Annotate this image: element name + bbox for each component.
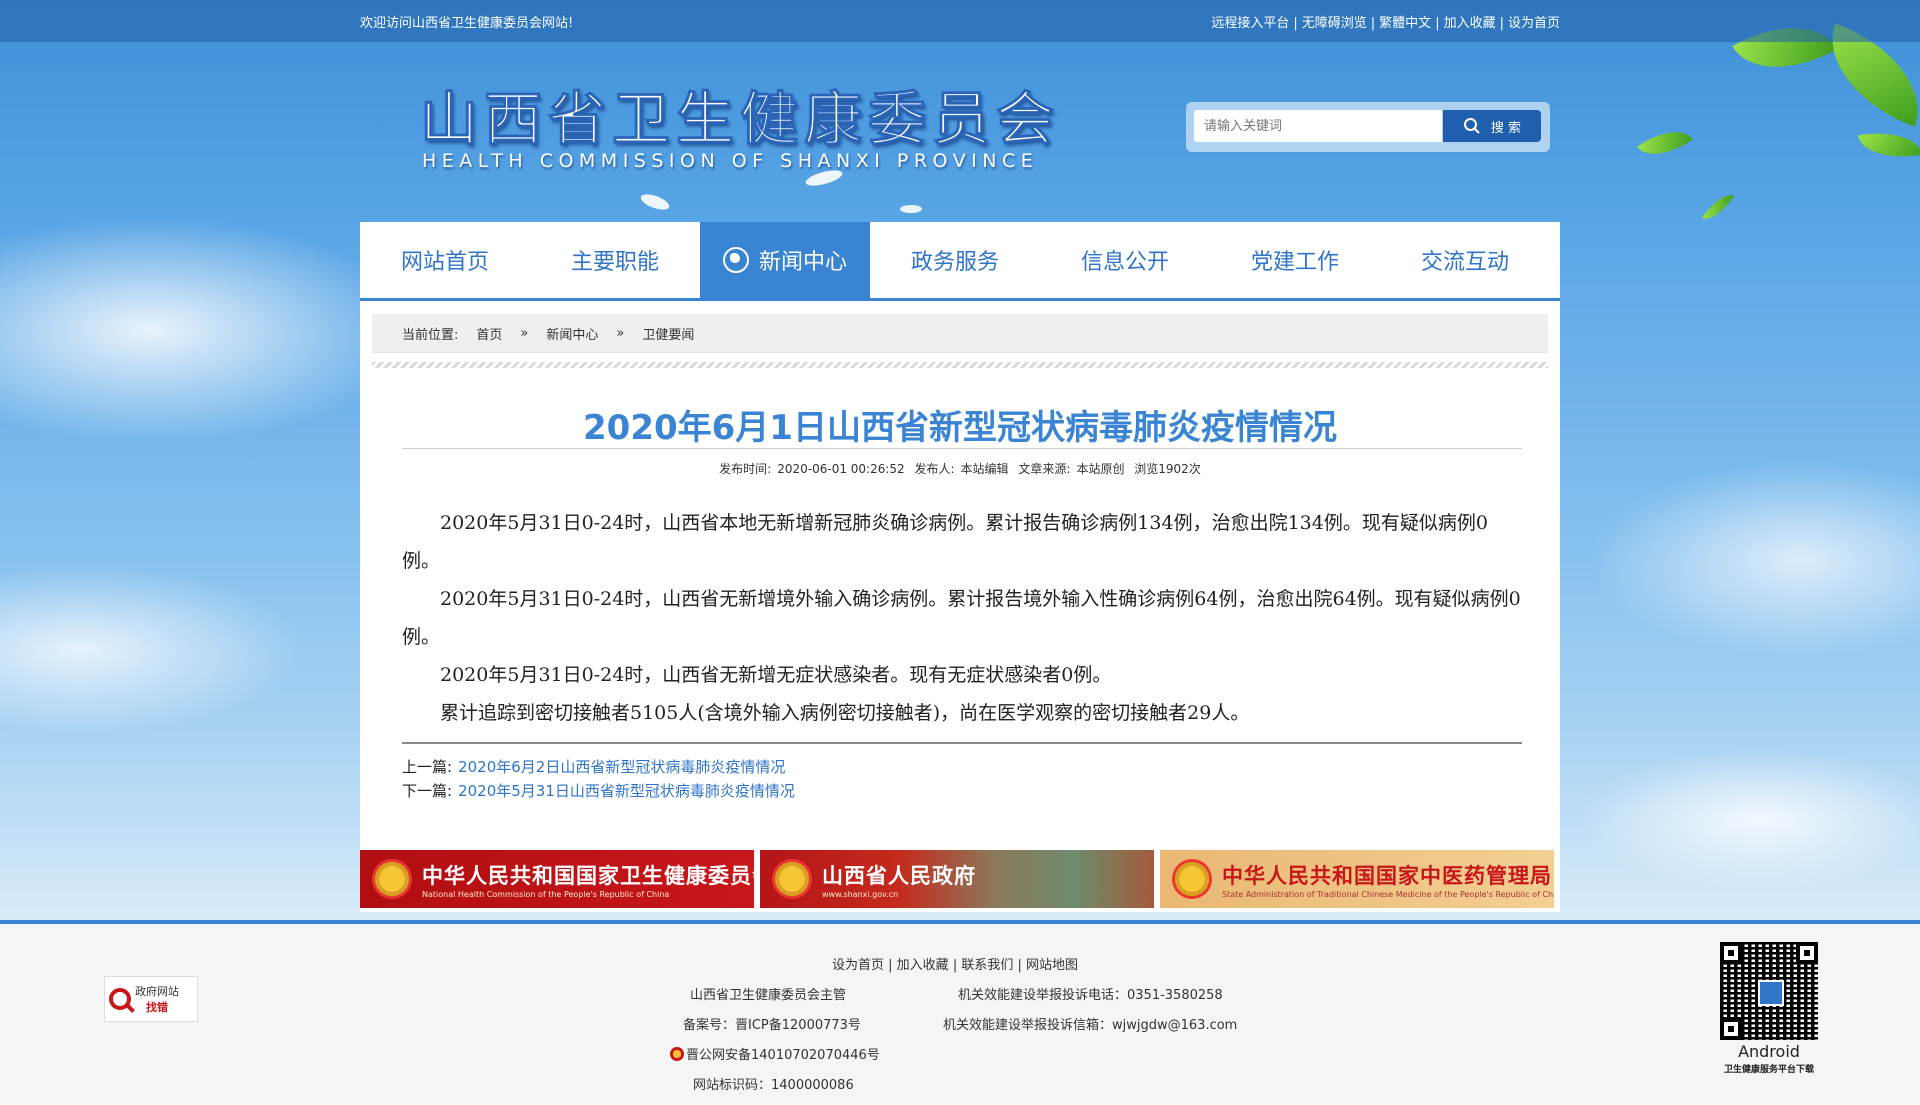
- national-emblem-icon: [1172, 859, 1212, 899]
- nav-information-disclosure[interactable]: 信息公开: [1040, 222, 1210, 298]
- nav-home[interactable]: 网站首页: [360, 222, 530, 298]
- view-count: 浏览1902次: [1134, 462, 1201, 476]
- set-homepage-link[interactable]: 设为首页: [1508, 16, 1560, 31]
- search-input[interactable]: [1194, 110, 1442, 142]
- welcome-text: 欢迎访问山西省卫生健康委员会网站!: [360, 16, 574, 31]
- breadcrumb-separator: »: [616, 325, 625, 341]
- footer-sitemap-link[interactable]: 网站地图: [1026, 958, 1078, 973]
- nav-party-work[interactable]: 党建工作: [1210, 222, 1380, 298]
- breadcrumb-current[interactable]: 卫健要闻: [642, 324, 694, 343]
- search-button[interactable]: 搜 索: [1443, 110, 1541, 142]
- footer: 政府网站 找错 设为首页 | 加入收藏 | 联系我们 | 网站地图 山西省卫生健康…: [0, 920, 1920, 1105]
- footer-police-record[interactable]: 晋公网安备14010702070446号: [670, 1044, 880, 1063]
- dashed-divider: [372, 362, 1548, 368]
- prev-article-link[interactable]: 2020年6月2日山西省新型冠状病毒肺炎疫情情况: [458, 758, 785, 776]
- banner-shanxi-government[interactable]: 山西省人民政府 www.shanxi.gov.cn: [760, 850, 1154, 908]
- banner-tcm-administration[interactable]: 中华人民共和国国家中医药管理局 State Administration of T…: [1160, 850, 1554, 908]
- footer-complaint-email: 机关效能建设举报投诉信箱：wjwjgdw@163.com: [943, 1018, 1238, 1033]
- content-panel: 网站首页 主要职能 新闻中心 政务服务 信息公开 党建工作 交流互动 当前位置:…: [360, 222, 1560, 912]
- publish-time-label: 发布时间:: [719, 462, 772, 476]
- article-paragraph: 2020年5月31日0-24时，山西省无新增境外输入确诊病例。累计报告境外输入性…: [402, 588, 1521, 648]
- nav-government-services[interactable]: 政务服务: [870, 222, 1040, 298]
- prev-next-nav: 上一篇: 2020年6月2日山西省新型冠状病毒肺炎疫情情况 下一篇: 2020年5月…: [402, 755, 795, 803]
- prev-label: 上一篇:: [402, 758, 453, 776]
- android-label: Android: [1738, 1042, 1800, 1061]
- source-label: 文章来源:: [1018, 462, 1071, 476]
- footer-complaint-phone: 机关效能建设举报投诉电话：0351-3580258: [958, 988, 1223, 1003]
- body-divider: [402, 742, 1522, 744]
- police-badge-icon: [670, 1047, 684, 1061]
- title-divider: [402, 448, 1522, 449]
- nav-interaction[interactable]: 交流互动: [1380, 222, 1550, 298]
- nav-news-center[interactable]: 新闻中心: [700, 222, 870, 298]
- main-nav: 网站首页 主要职能 新闻中心 政务服务 信息公开 党建工作 交流互动: [360, 222, 1560, 301]
- author-label: 发布人:: [914, 462, 955, 476]
- footer-icp[interactable]: 备案号：晋ICP备12000773号: [683, 1014, 861, 1033]
- top-bar: 欢迎访问山西省卫生健康委员会网站! 远程接入平台 | 无障碍浏览 | 繁體中文 | 加入收藏…: [0, 0, 1920, 42]
- article-meta: 发布时间: 2020-06-01 00:26:52 发布人: 本站编辑 文章来源: 本…: [360, 460, 1560, 477]
- top-links: 远程接入平台 | 无障碍浏览 | 繁體中文 | 加入收藏 | 设为首页: [1211, 16, 1560, 31]
- remote-access-link[interactable]: 远程接入平台: [1211, 16, 1289, 31]
- footer-add-favorite-link[interactable]: 加入收藏: [897, 958, 949, 973]
- next-article-link[interactable]: 2020年5月31日山西省新型冠状病毒肺炎疫情情况: [458, 782, 795, 800]
- breadcrumb-news-center[interactable]: 新闻中心: [546, 324, 598, 343]
- next-label: 下一篇:: [402, 782, 453, 800]
- traditional-chinese-link[interactable]: 繁體中文: [1379, 16, 1431, 31]
- magnifier-icon: [109, 988, 131, 1010]
- footer-links: 设为首页 | 加入收藏 | 联系我们 | 网站地图: [832, 958, 1079, 973]
- android-app-qr-code[interactable]: [1720, 942, 1818, 1040]
- nav-functions[interactable]: 主要职能: [530, 222, 700, 298]
- source: 本站原创: [1076, 462, 1125, 476]
- author: 本站编辑: [960, 462, 1009, 476]
- footer-set-homepage-link[interactable]: 设为首页: [832, 958, 884, 973]
- search-icon: [1463, 118, 1480, 134]
- breadcrumb-prefix: 当前位置:: [402, 327, 459, 343]
- footer-sponsor: 山西省卫生健康委员会主管: [690, 988, 847, 1003]
- article-body: 2020年5月31日0-24时，山西省本地无新增新冠肺炎确诊病例。累计报告确诊病…: [402, 504, 1522, 732]
- article-paragraph: 2020年5月31日0-24时，山西省无新增无症状感染者。现有无症状感染者0例。: [440, 664, 1112, 686]
- dove-decoration: [900, 205, 922, 213]
- breadcrumb-separator: »: [520, 325, 529, 341]
- footer-site-id: 网站标识码：1400000086: [693, 1078, 854, 1093]
- accessibility-link[interactable]: 无障碍浏览: [1302, 16, 1367, 31]
- qr-caption: 卫生健康服务平台下载: [1723, 1065, 1814, 1075]
- footer-contact-link[interactable]: 联系我们: [961, 958, 1013, 973]
- site-logo-english: HEALTH COMMISSION OF SHANXI PROVINCE: [422, 150, 1039, 172]
- banner-national-health-commission[interactable]: 中华人民共和国国家卫生健康委员会 National Health Commissi…: [360, 850, 754, 908]
- site-logo-chinese: 山西省卫生健康委员会: [419, 85, 1061, 154]
- article-paragraph: 2020年5月31日0-24时，山西省本地无新增新冠肺炎确诊病例。累计报告确诊病…: [402, 512, 1488, 572]
- national-emblem-icon: [372, 859, 412, 899]
- add-favorite-link[interactable]: 加入收藏: [1444, 16, 1496, 31]
- search-button-label: 搜 索: [1490, 120, 1522, 136]
- breadcrumb: 当前位置: 首页 » 新闻中心 » 卫健要闻: [372, 314, 1548, 353]
- publish-time: 2020-06-01 00:26:52: [777, 462, 905, 476]
- gov-site-error-report-badge[interactable]: 政府网站 找错: [104, 976, 198, 1022]
- article-title: 2020年6月1日山西省新型冠状病毒肺炎疫情情况: [583, 408, 1337, 448]
- article-paragraph: 累计追踪到密切接触者5105人(含境外输入病例密切接触者)，尚在医学观察的密切接…: [440, 702, 1250, 724]
- national-emblem-icon: [772, 859, 812, 899]
- globe-icon: [722, 247, 749, 273]
- breadcrumb-home[interactable]: 首页: [476, 324, 502, 343]
